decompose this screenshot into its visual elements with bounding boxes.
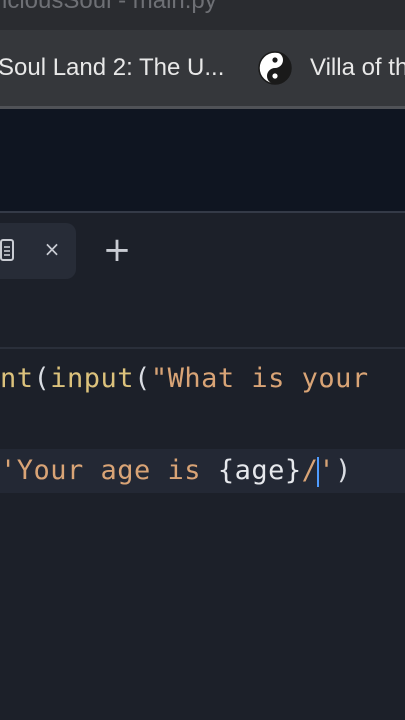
new-tab-button[interactable]: + [100,233,134,267]
code-token: 'Your age is [0,455,218,486]
code-token: "What is your [150,363,369,394]
code-token: input [50,363,135,394]
bookmarks-bar: Soul Land 2: The U... Villa of th [0,30,405,109]
window-titlebar: iciousSoul - main.py [0,0,405,30]
yin-yang-icon [258,51,292,85]
bookmark-soul-land[interactable]: Soul Land 2: The U... [0,51,224,85]
code-token: ( [33,363,51,394]
code-token: ' [318,455,336,486]
close-icon[interactable]: × [38,235,66,263]
code-token: } [284,455,302,486]
code-line-2-active[interactable]: 'Your age is {age}/') [0,449,405,493]
code-token: ( [134,363,151,394]
code-token: age [234,455,285,486]
code-line-1[interactable]: nt(input("What is your [0,363,369,394]
bookmark-label: Villa of th [310,54,405,81]
editor-divider [0,347,405,349]
code-token: / [301,455,319,486]
code-token: ) [335,455,352,486]
file-icon [0,239,14,261]
app-header [0,109,405,211]
window-title: iciousSoul - main.py [2,0,217,14]
bookmark-villa[interactable]: Villa of th [258,51,405,85]
code-token: nt [0,363,34,394]
editor-tab-bar: × + [0,211,405,293]
editor-tab-main-py[interactable]: × [0,223,76,279]
code-token: { [217,455,235,486]
screen: iciousSoul - main.py Soul Land 2: The U.… [0,0,405,720]
code-editor[interactable]: nt(input("What is your 'Your age is {age… [0,289,405,720]
bookmark-label: Soul Land 2: The U... [0,54,225,81]
